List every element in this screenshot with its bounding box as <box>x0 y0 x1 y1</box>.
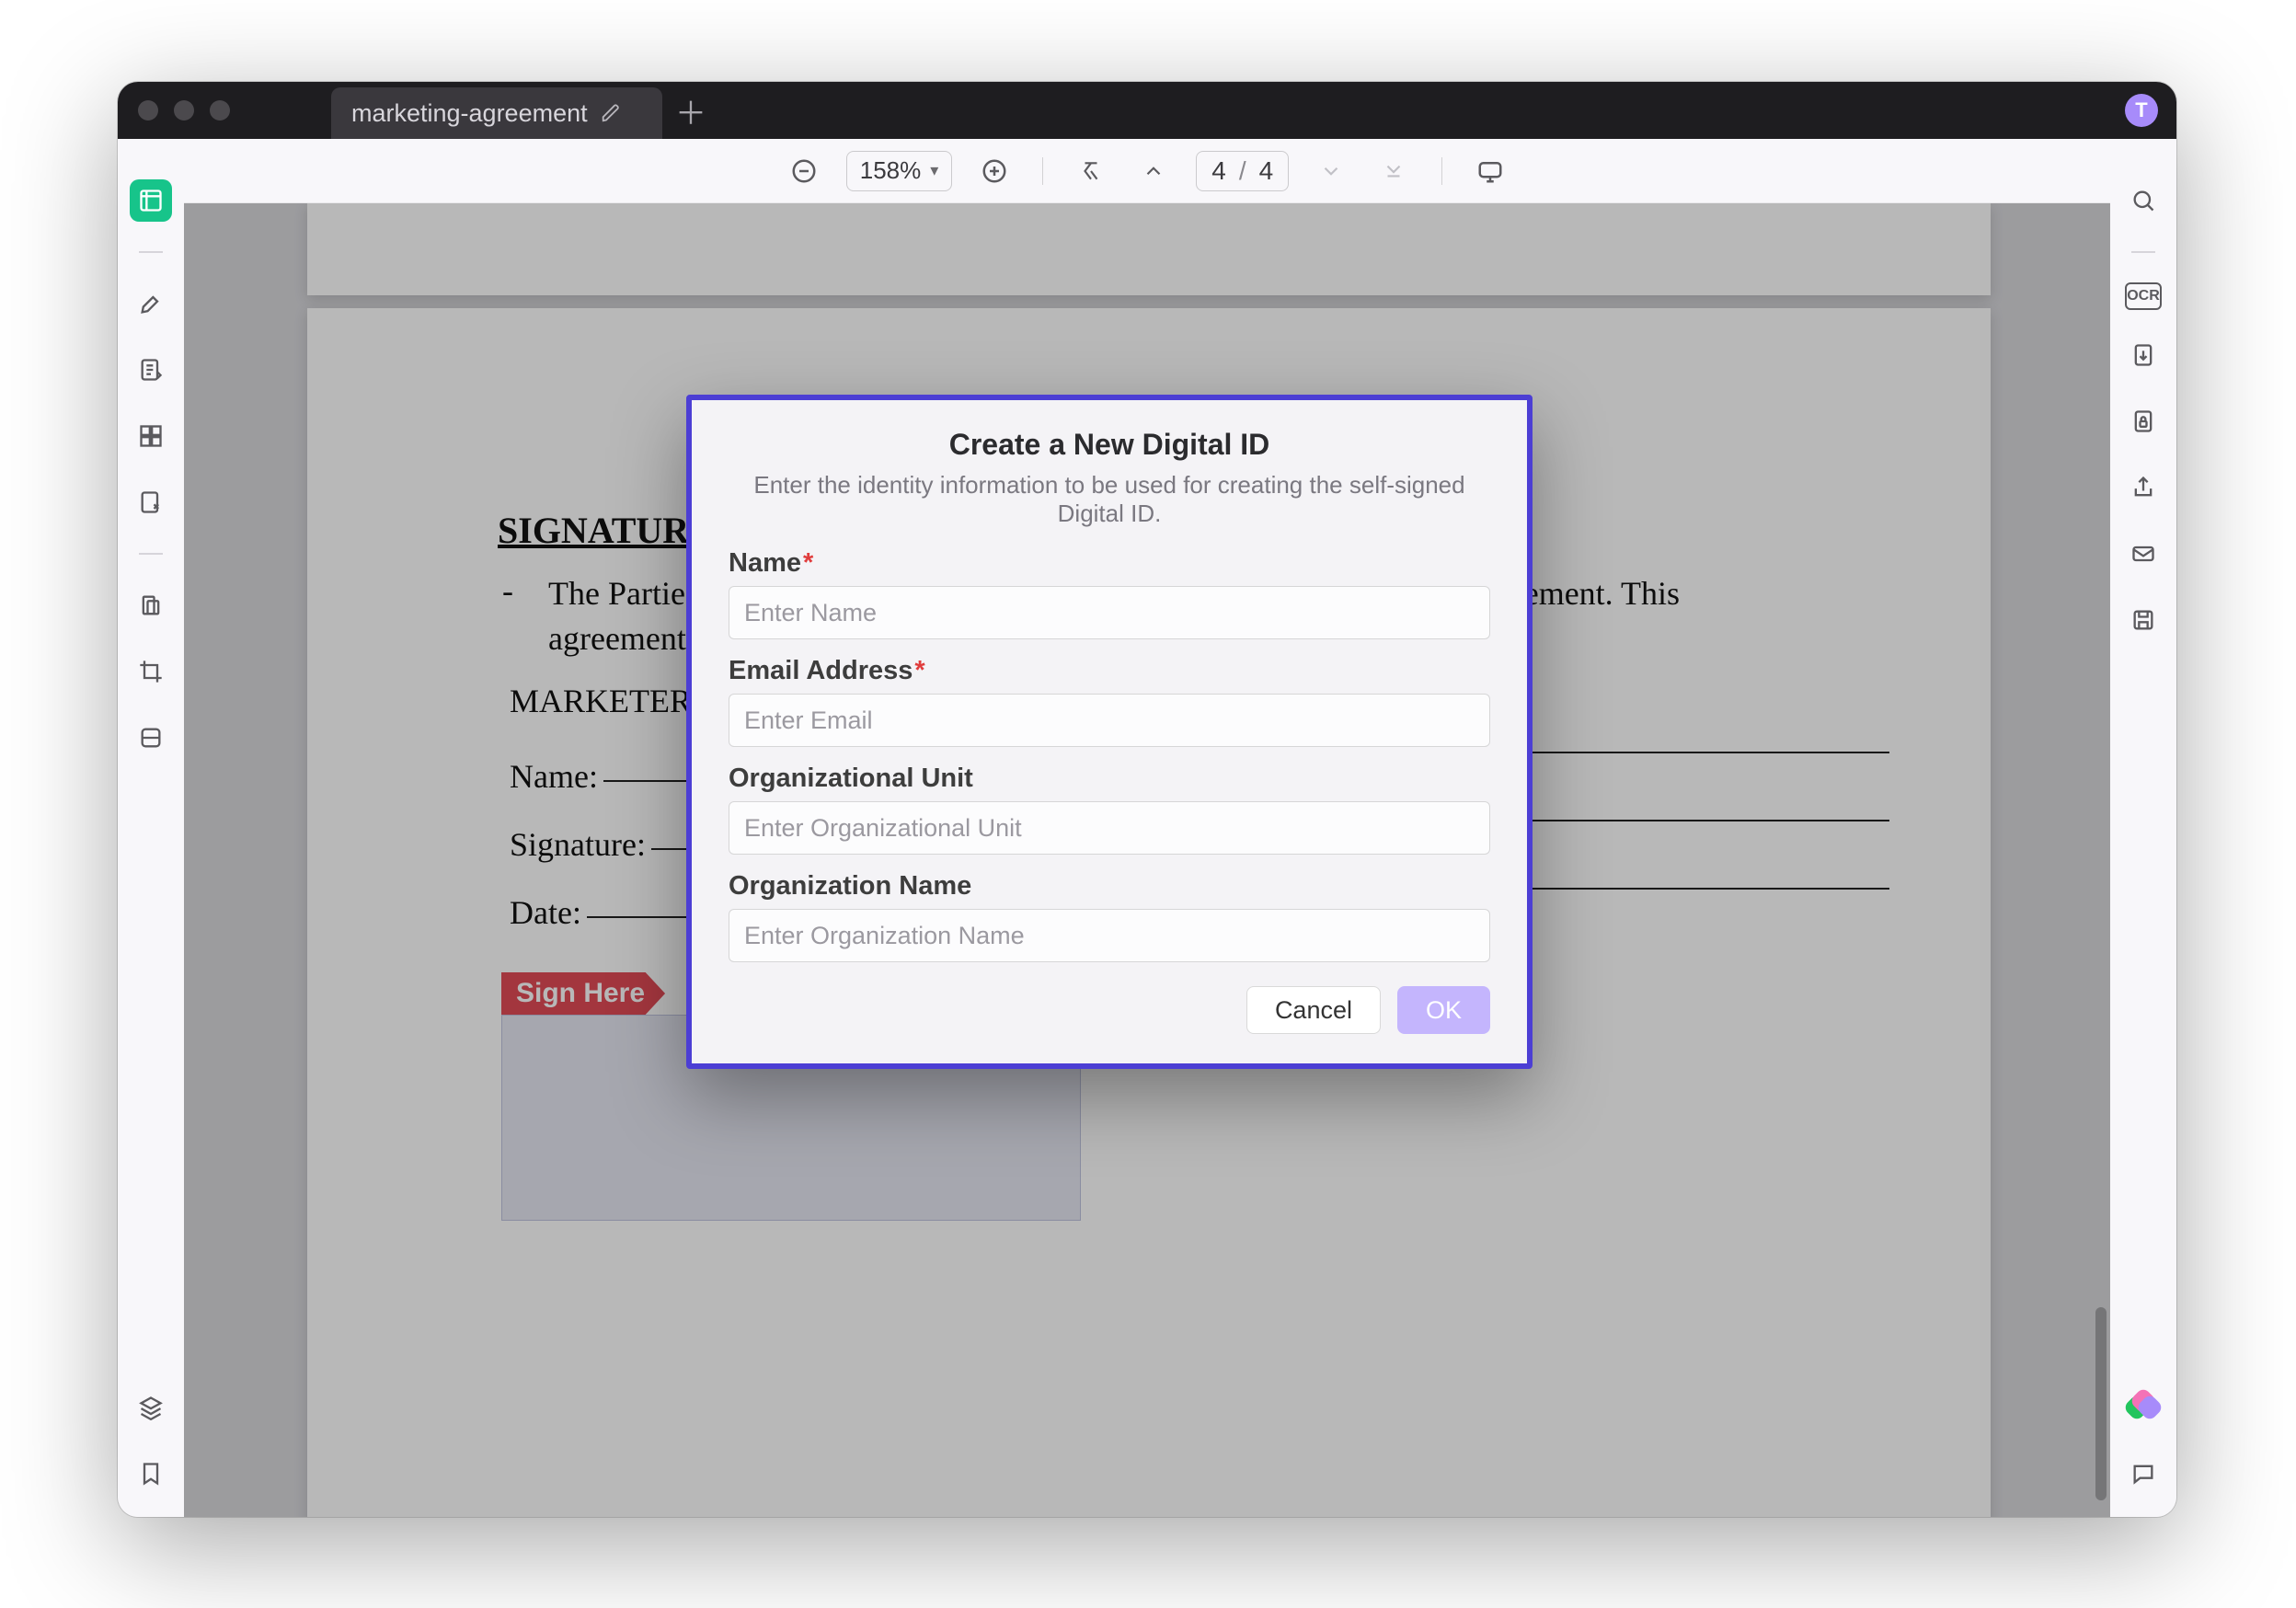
dialog-title: Create a New Digital ID <box>729 428 1490 462</box>
tab-title: marketing-agreement <box>351 99 588 128</box>
tab-bar: marketing-agreement ＋ <box>331 82 719 139</box>
traffic-minimize[interactable] <box>174 100 194 121</box>
first-page-button[interactable] <box>1071 151 1111 191</box>
email-input[interactable] <box>729 694 1490 747</box>
page-current: 4 <box>1211 156 1226 186</box>
new-tab-button[interactable]: ＋ <box>662 82 719 139</box>
view-toolbar: 158% ▾ 4 / 4 <box>184 139 2110 203</box>
org-unit-label: Organizational Unit <box>729 764 1490 794</box>
chevron-down-icon: ▾ <box>930 161 938 180</box>
zoom-out-button[interactable] <box>784 151 824 191</box>
protect-icon[interactable] <box>2122 400 2164 442</box>
edit-page-icon[interactable] <box>130 415 172 457</box>
form-icon[interactable] <box>130 481 172 523</box>
zoom-in-button[interactable] <box>974 151 1015 191</box>
ok-button[interactable]: OK <box>1397 986 1490 1034</box>
titlebar: marketing-agreement ＋ T <box>118 82 2176 139</box>
pencil-icon[interactable] <box>601 103 621 123</box>
email-label: Email Address* <box>729 656 1490 686</box>
comments-icon[interactable] <box>2122 1453 2164 1495</box>
next-page-button[interactable] <box>1311 151 1351 191</box>
org-name-input[interactable] <box>729 909 1490 962</box>
layers-icon[interactable] <box>130 1386 172 1429</box>
avatar-initial: T <box>2135 98 2147 122</box>
app-window: marketing-agreement ＋ T <box>118 82 2176 1517</box>
convert-icon[interactable] <box>2122 334 2164 376</box>
crop-icon[interactable] <box>130 650 172 693</box>
left-rail <box>118 139 184 1517</box>
field-signature-right <box>1488 825 1889 827</box>
document-tab[interactable]: marketing-agreement <box>331 87 662 139</box>
name-input[interactable] <box>729 586 1490 639</box>
scan-icon[interactable] <box>130 717 172 759</box>
zoom-value: 158% <box>860 156 922 185</box>
name-label: Name* <box>729 548 1490 579</box>
traffic-zoom[interactable] <box>210 100 230 121</box>
save-icon[interactable] <box>2122 599 2164 641</box>
presentation-icon[interactable] <box>1470 151 1510 191</box>
copilot-icon[interactable] <box>2122 1386 2164 1429</box>
prev-page-button[interactable] <box>1133 151 1174 191</box>
window-controls <box>138 100 230 121</box>
sign-here-tag[interactable]: Sign Here <box>501 972 665 1015</box>
right-rail: OCR <box>2110 139 2176 1517</box>
org-unit-input[interactable] <box>729 801 1490 855</box>
avatar[interactable]: T <box>2125 94 2158 127</box>
role-left: MARKETER <box>510 682 692 720</box>
redact-icon[interactable] <box>130 584 172 626</box>
fill-sign-icon[interactable] <box>130 349 172 391</box>
app-body: 158% ▾ 4 / 4 <box>118 139 2176 1517</box>
bookmark-icon[interactable] <box>130 1453 172 1495</box>
org-name-label: Organization Name <box>729 871 1490 902</box>
email-icon[interactable] <box>2122 533 2164 575</box>
page-total: 4 <box>1259 156 1274 186</box>
traffic-close[interactable] <box>138 100 158 121</box>
highlighter-icon[interactable] <box>130 282 172 325</box>
ocr-icon[interactable]: OCR <box>2125 282 2162 310</box>
create-digital-id-dialog: Create a New Digital ID Enter the identi… <box>686 395 1533 1069</box>
last-page-button[interactable] <box>1373 151 1414 191</box>
dialog-subtitle: Enter the identity information to be use… <box>729 471 1490 528</box>
search-icon[interactable] <box>2122 179 2164 222</box>
scrollbar-thumb[interactable] <box>2095 1307 2107 1500</box>
cancel-button[interactable]: Cancel <box>1246 986 1381 1034</box>
zoom-dropdown[interactable]: 158% ▾ <box>846 151 953 191</box>
page-indicator[interactable]: 4 / 4 <box>1196 151 1289 191</box>
thumbnails-icon[interactable] <box>130 179 172 222</box>
share-icon[interactable] <box>2122 466 2164 509</box>
